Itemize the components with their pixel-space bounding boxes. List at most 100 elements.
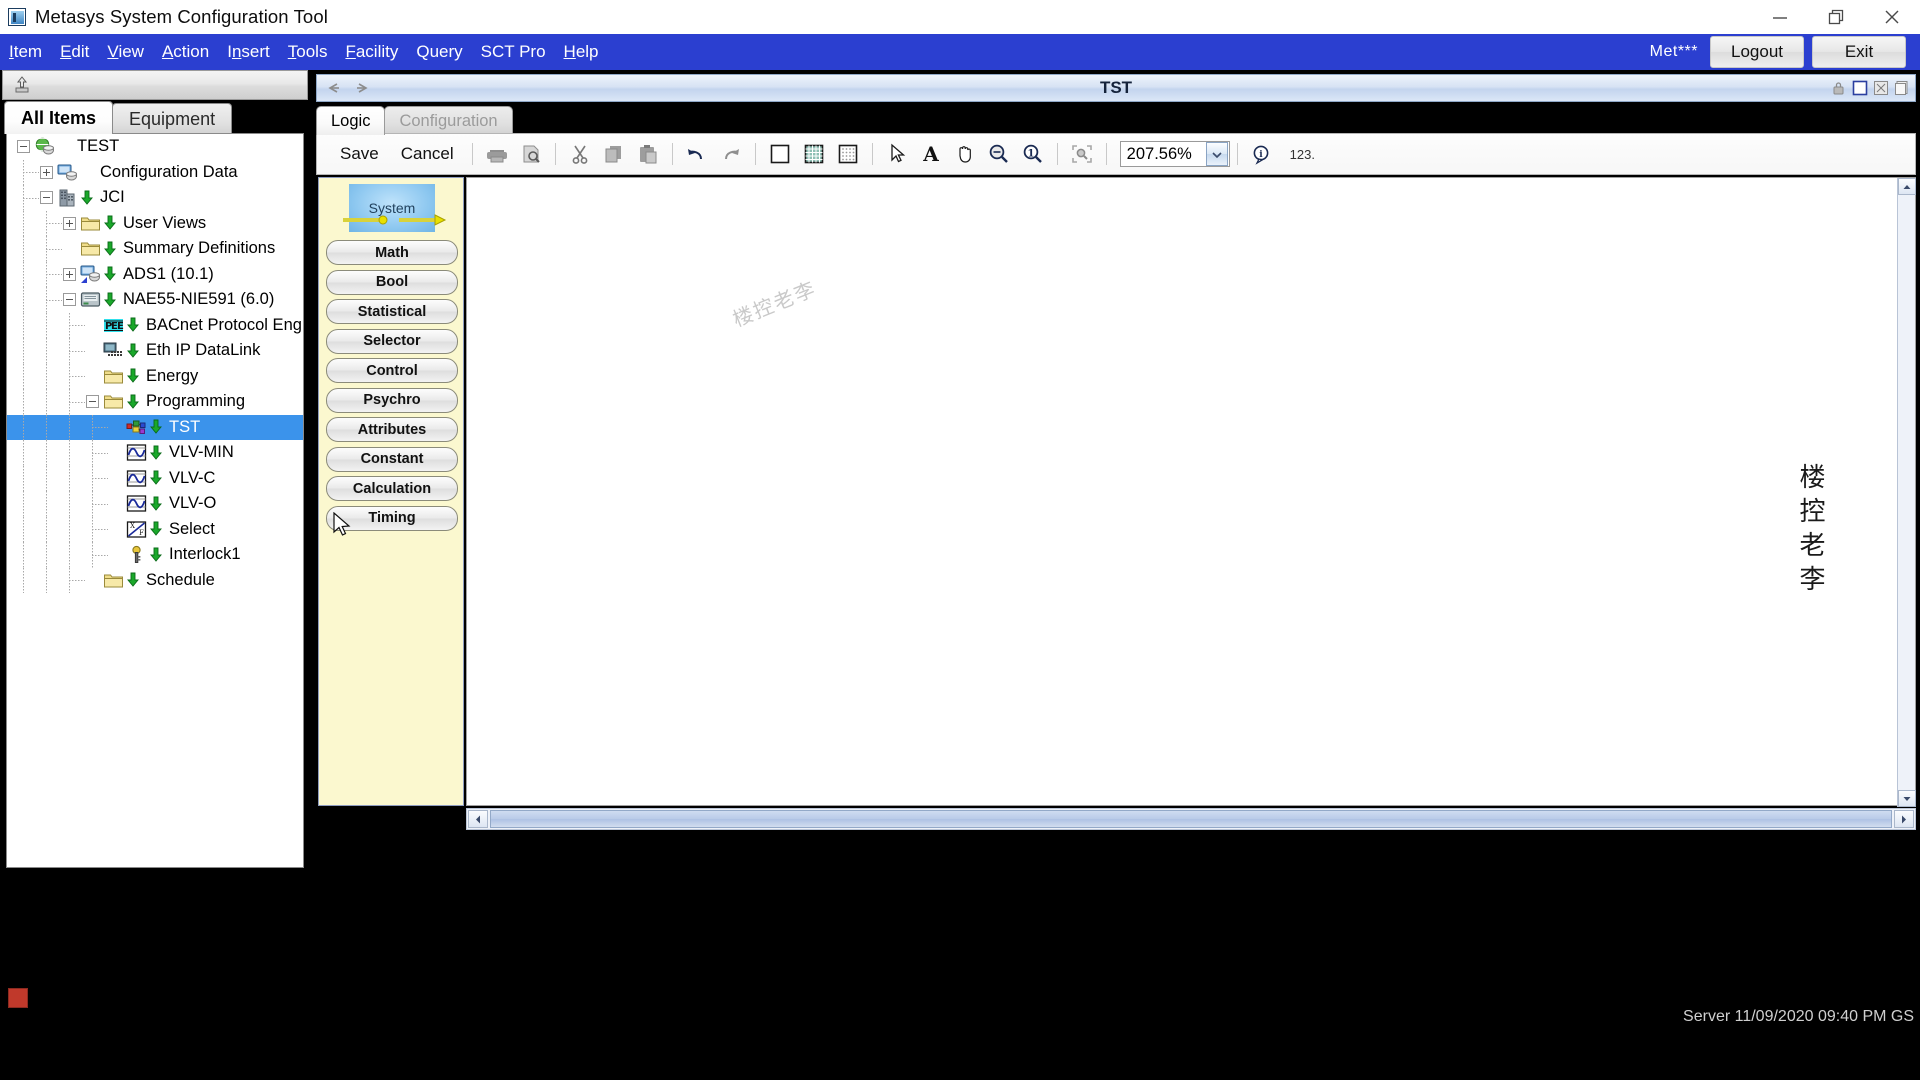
tree-item-programming[interactable]: Programming: [7, 389, 303, 415]
tree-item-schedule[interactable]: Schedule: [7, 567, 303, 593]
tree-item-eth-ip-datalink[interactable]: Eth IP DataLink: [7, 338, 303, 364]
tab-configuration[interactable]: Configuration: [384, 106, 513, 135]
tree-expander-minus-icon[interactable]: [17, 140, 30, 154]
menu-item-insert[interactable]: Insert: [218, 34, 279, 70]
tree-item-jci[interactable]: JCI: [7, 185, 303, 211]
tree-item-ads1-10-1[interactable]: ADS1 (10.1): [7, 261, 303, 287]
zoom-level-combobox[interactable]: 207.56%: [1119, 141, 1230, 167]
tree-item-vlv-min[interactable]: VLV-MIN: [7, 440, 303, 466]
pan-hand-icon[interactable]: [948, 139, 982, 169]
palette-button-control[interactable]: Control: [326, 358, 458, 383]
menu-item-tools[interactable]: Tools: [279, 34, 337, 70]
cancel-button[interactable]: Cancel: [390, 144, 465, 164]
save-button[interactable]: Save: [329, 144, 390, 164]
palette-button-selector[interactable]: Selector: [326, 328, 458, 354]
palette-button-calculation[interactable]: Calculation: [326, 476, 458, 501]
tree-expander-spacer: [86, 344, 99, 357]
tree-guide-line: [23, 210, 24, 236]
app-tray-icon[interactable]: [8, 988, 28, 1008]
tree-item-select[interactable]: X F Select: [7, 516, 303, 542]
scroll-down-icon[interactable]: [1898, 790, 1916, 807]
palette-button-math[interactable]: Math: [326, 240, 458, 265]
minimize-icon[interactable]: [1752, 0, 1808, 34]
palette-button-psychro[interactable]: Psychro: [326, 387, 458, 413]
tree-expander-minus-icon[interactable]: [40, 191, 53, 205]
canvas-horizontal-scrollbar[interactable]: [466, 808, 1916, 830]
logout-button[interactable]: Logout: [1710, 36, 1804, 68]
chevron-down-icon[interactable]: [1205, 142, 1228, 166]
tree-item-bacnet-protocol-eng[interactable]: P E E BACnet Protocol Eng: [7, 312, 303, 338]
zoom-in-icon[interactable]: 1: [1016, 139, 1050, 169]
tree-guide-line: [23, 542, 24, 568]
tree-item-interlock1[interactable]: Interlock1: [7, 542, 303, 568]
tree-item-summary-definitions[interactable]: Summary Definitions: [7, 236, 303, 262]
grid-background-icon[interactable]: [797, 139, 831, 169]
select-pointer-icon[interactable]: [880, 139, 914, 169]
palette-button-label: Control: [366, 362, 418, 379]
graphic-icon: [125, 494, 147, 514]
menu-item-action[interactable]: Action: [153, 34, 218, 70]
undo-icon[interactable]: [680, 139, 714, 169]
scroll-left-icon[interactable]: [468, 810, 488, 828]
tree-item-vlv-o[interactable]: VLV-O: [7, 491, 303, 517]
menu-item-edit[interactable]: Edit: [51, 34, 98, 70]
tree-item-nae55-nie591-6-0[interactable]: NAE55-NIE591 (6.0): [7, 287, 303, 313]
menu-item-sct-pro[interactable]: SCT Pro: [472, 34, 555, 70]
dot-grid-background-icon[interactable]: [831, 139, 865, 169]
menu-item-help[interactable]: Help: [555, 34, 608, 70]
tree-expander-plus-icon[interactable]: [40, 165, 53, 179]
tree-guide-line: [46, 567, 47, 593]
sidebar-tab-all-items[interactable]: All Items: [4, 101, 114, 134]
menu-item-query[interactable]: Query: [407, 34, 471, 70]
canvas-vertical-scrollbar[interactable]: [1897, 178, 1916, 807]
tree-item-energy[interactable]: Energy: [7, 363, 303, 389]
item-tree[interactable]: TEST Configuration Data JCI User Views Summa…: [6, 133, 304, 868]
cut-icon[interactable]: [563, 139, 597, 169]
close-icon[interactable]: [1864, 0, 1920, 34]
white-background-icon[interactable]: [763, 139, 797, 169]
tree-expander-plus-icon[interactable]: [63, 267, 76, 281]
text-tool-icon[interactable]: A: [914, 139, 948, 169]
scroll-right-icon[interactable]: [1894, 810, 1914, 828]
info-balloon-icon[interactable]: i: [1245, 139, 1279, 169]
download-arrow-icon: [126, 368, 139, 384]
menu-item-facility[interactable]: Facility: [336, 34, 407, 70]
palette-button-label: Selector: [363, 333, 421, 349]
restore-icon[interactable]: [1808, 0, 1864, 34]
tree-item-user-views[interactable]: User Views: [7, 210, 303, 236]
download-arrow-icon: [126, 572, 139, 588]
horizontal-scroll-thumb[interactable]: [490, 810, 1892, 828]
tree-item-configuration-data[interactable]: Configuration Data: [7, 159, 303, 185]
globe-site-icon: [33, 137, 55, 157]
palette-button-statistical[interactable]: Statistical: [326, 299, 458, 324]
current-user-label: Met***: [1649, 43, 1698, 60]
print-icon[interactable]: [480, 139, 514, 169]
toolbar-separator: [1105, 143, 1107, 165]
palette-button-bool[interactable]: Bool: [326, 269, 458, 295]
status-bar: Server 11/09/2020 09:40 PM GS: [0, 980, 1920, 1080]
exit-button[interactable]: Exit: [1812, 36, 1906, 68]
zoom-region-icon[interactable]: [1065, 139, 1099, 169]
redo-icon[interactable]: [714, 139, 748, 169]
sidebar-tab-equipment[interactable]: Equipment: [112, 103, 233, 134]
logic-canvas[interactable]: 楼控老李: [466, 177, 1916, 807]
tree-expander-plus-icon[interactable]: [63, 216, 76, 230]
print-preview-icon[interactable]: [514, 139, 548, 169]
menu-item-view[interactable]: View: [98, 34, 153, 70]
tree-item-vlv-c[interactable]: VLV-C: [7, 465, 303, 491]
tree-expander-minus-icon[interactable]: [63, 293, 76, 307]
tree-item-tst[interactable]: TST: [7, 414, 303, 440]
upload-item-icon[interactable]: [9, 73, 35, 97]
menu-item-item[interactable]: Item: [0, 34, 51, 70]
palette-button-attributes[interactable]: Attributes: [326, 417, 458, 442]
tree-guide-line: [23, 491, 24, 517]
tab-logic[interactable]: Logic: [316, 106, 386, 135]
zoom-out-icon[interactable]: [982, 139, 1016, 169]
tree-expander-minus-icon[interactable]: [86, 395, 99, 409]
scroll-up-icon[interactable]: [1898, 178, 1916, 195]
palette-button-constant[interactable]: Constant: [326, 446, 458, 472]
tree-item-test[interactable]: TEST: [7, 134, 303, 160]
paste-icon[interactable]: [631, 139, 665, 169]
copy-icon[interactable]: [597, 139, 631, 169]
tree-guide-line: [23, 261, 24, 287]
